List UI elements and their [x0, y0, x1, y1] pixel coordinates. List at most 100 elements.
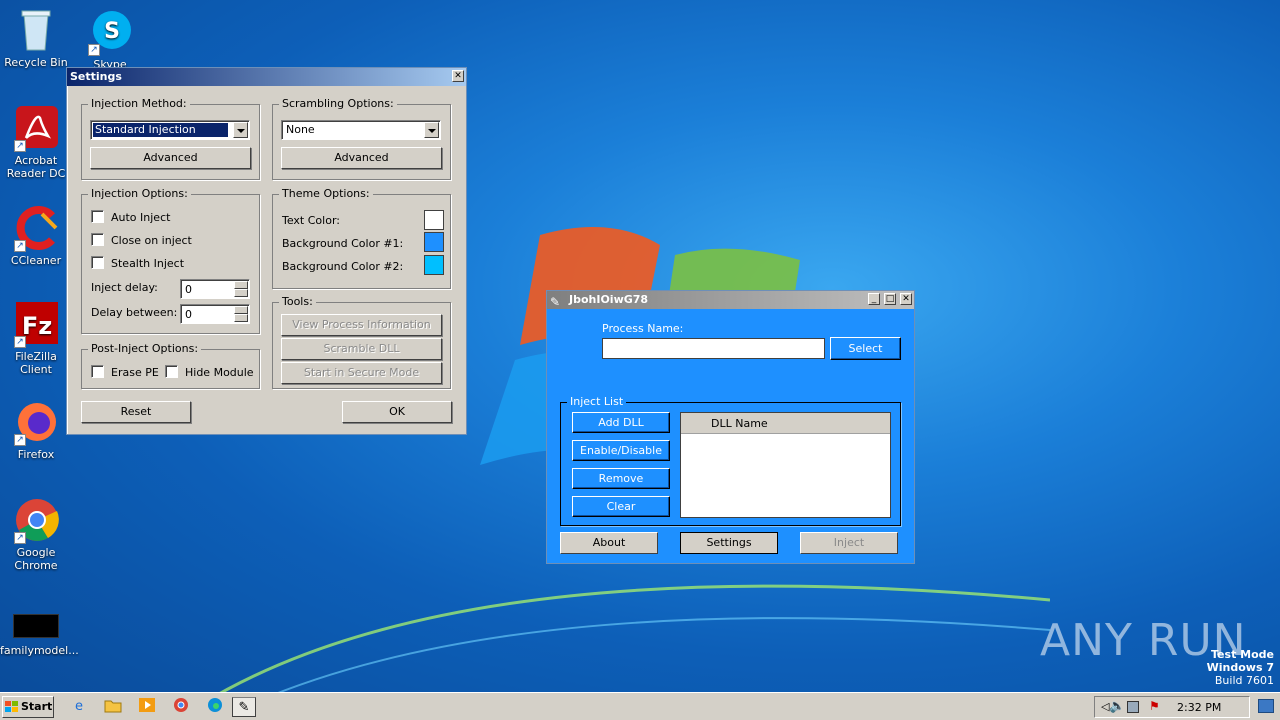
desktop-icon-acrobat[interactable]: ↗ Acrobat Reader DC	[0, 104, 72, 180]
desktop-icon-label: Firefox	[17, 448, 55, 461]
ok-button[interactable]: OK	[342, 401, 452, 423]
shortcut-arrow-icon: ↗	[14, 240, 26, 252]
shortcut-arrow-icon: ↗	[14, 434, 26, 446]
dll-list[interactable]: DLL Name	[680, 412, 891, 518]
erase-pe-checkbox[interactable]	[91, 365, 104, 378]
group-legend: Injection Options:	[88, 187, 191, 200]
close-icon: ✕	[454, 71, 462, 81]
scrambling-advanced-button[interactable]: Advanced	[281, 147, 442, 169]
desktop-icon-chrome[interactable]: ↗ Google Chrome	[0, 496, 72, 572]
group-legend: Theme Options:	[279, 187, 373, 200]
desktop-icon-ccleaner[interactable]: ↗ CCleaner	[0, 204, 72, 267]
maximize-icon: □	[885, 294, 895, 304]
edge-icon[interactable]	[204, 697, 226, 717]
erase-pe-label: Erase PE	[111, 366, 159, 379]
desktop-icon-skype[interactable]: S ↗ Skype	[74, 8, 146, 71]
clear-button[interactable]: Clear	[572, 496, 670, 517]
group-legend: Inject List	[567, 395, 627, 408]
up-down-arrows-icon[interactable]	[234, 306, 248, 322]
group-legend: Scrambling Options:	[279, 97, 397, 110]
bg-color-2-label: Background Color #2:	[282, 260, 404, 273]
syringe-icon: ✎	[550, 295, 561, 309]
post-inject-options-group: Post-Inject Options: Erase PE Hide Modul…	[81, 342, 260, 389]
select-button[interactable]: Select	[830, 337, 901, 360]
clock[interactable]: 2:32 PM	[1177, 701, 1221, 714]
about-button[interactable]: About	[560, 532, 658, 554]
close-on-inject-checkbox[interactable]	[91, 233, 104, 246]
desktop-icon-familymodel[interactable]: familymodel...	[0, 612, 79, 657]
desktop-icon-filezilla[interactable]: Fz ↗ FileZilla Client	[0, 300, 72, 376]
hide-module-label: Hide Module	[185, 366, 254, 379]
inject-list-group: Inject List Add DLL Enable/Disable Remov…	[560, 395, 901, 526]
text-color-swatch[interactable]	[424, 210, 444, 230]
settings-window: Settings ✕ Injection Method: Standard In…	[66, 67, 467, 435]
ccleaner-icon: ↗	[12, 204, 60, 252]
stealth-inject-label: Stealth Inject	[111, 257, 185, 270]
injection-advanced-button[interactable]: Advanced	[90, 147, 251, 169]
desktop-icon-firefox[interactable]: ↗ Firefox	[0, 398, 72, 461]
injection-options-group: Injection Options: Auto Inject Close on …	[81, 187, 260, 334]
bg-color-2-swatch[interactable]	[424, 255, 444, 275]
view-process-information-button[interactable]: View Process Information	[281, 314, 442, 336]
scrambling-select[interactable]: None	[281, 120, 441, 140]
desktop-icon-label: familymodel...	[0, 644, 79, 657]
start-button[interactable]: Start	[2, 696, 54, 718]
system-tray: ◁ 🔈 ⚑ 2:32 PM	[1094, 696, 1250, 718]
process-name-input[interactable]	[602, 338, 825, 359]
ie-icon[interactable]: e	[68, 697, 90, 717]
acrobat-icon: ↗	[12, 104, 60, 152]
process-name-label: Process Name:	[602, 322, 684, 335]
secure-mode-button[interactable]: Start in Secure Mode	[281, 362, 442, 384]
close-button[interactable]: ✕	[452, 70, 464, 82]
settings-titlebar[interactable]: Settings ✕	[67, 68, 466, 86]
injector-window: ✎ JbohIOiwG78 _ □ ✕ Process Name: Select…	[546, 290, 915, 564]
remove-button[interactable]: Remove	[572, 468, 670, 489]
tools-group: Tools: View Process Information Scramble…	[272, 295, 451, 389]
close-icon: ✕	[902, 294, 910, 304]
window-title: Settings	[70, 70, 122, 83]
chrome-icon[interactable]	[170, 697, 192, 717]
scramble-dll-button[interactable]: Scramble DLL	[281, 338, 442, 360]
window-title: JbohIOiwG78	[569, 293, 649, 306]
auto-inject-checkbox[interactable]	[91, 210, 104, 223]
minimize-button[interactable]: _	[868, 293, 880, 305]
up-down-arrows-icon[interactable]	[234, 281, 248, 297]
test-mode-line: Build 7601	[1214, 674, 1274, 687]
chevron-down-icon[interactable]	[233, 122, 248, 138]
dll-name-column-header[interactable]: DLL Name	[681, 413, 890, 434]
media-player-icon[interactable]	[136, 697, 158, 717]
inject-delay-spinner[interactable]: 0	[180, 279, 250, 299]
bg-color-1-swatch[interactable]	[424, 232, 444, 252]
flag-icon[interactable]: ⚑	[1149, 699, 1160, 713]
test-mode-text: Test Mode Windows 7 Build 7601	[1207, 648, 1274, 687]
settings-button[interactable]: Settings	[680, 532, 778, 554]
network-icon[interactable]	[1127, 701, 1139, 713]
enable-disable-button[interactable]: Enable/Disable	[572, 440, 670, 461]
close-button[interactable]: ✕	[900, 293, 912, 305]
add-dll-button[interactable]: Add DLL	[572, 412, 670, 433]
show-desktop-icon[interactable]	[1258, 699, 1274, 713]
maximize-button[interactable]: □	[884, 293, 896, 305]
delay-between-spinner[interactable]: 0	[180, 304, 250, 324]
filezilla-icon: Fz ↗	[12, 300, 60, 348]
stealth-inject-checkbox[interactable]	[91, 256, 104, 269]
inject-button[interactable]: Inject	[800, 532, 898, 554]
chevron-down-icon[interactable]	[424, 122, 439, 138]
text-color-label: Text Color:	[282, 214, 340, 227]
minimize-icon: _	[871, 294, 877, 304]
test-mode-line: Windows 7	[1206, 661, 1274, 674]
shortcut-arrow-icon: ↗	[14, 532, 26, 544]
reset-button[interactable]: Reset	[81, 401, 191, 423]
windows-flag-icon	[5, 697, 19, 720]
injector-icon[interactable]: ✎	[232, 697, 256, 717]
hide-module-checkbox[interactable]	[165, 365, 178, 378]
inject-delay-label: Inject delay:	[91, 281, 158, 294]
desktop-icon-recycle-bin[interactable]: Recycle Bin	[0, 6, 72, 69]
injection-method-select[interactable]: Standard Injection	[90, 120, 250, 140]
speaker-icon[interactable]: 🔈	[1109, 699, 1125, 714]
group-legend: Post-Inject Options:	[88, 342, 202, 355]
explorer-icon[interactable]	[102, 697, 124, 717]
select-value: None	[286, 123, 315, 136]
injector-titlebar[interactable]: ✎ JbohIOiwG78 _ □ ✕	[547, 291, 914, 309]
shortcut-arrow-icon: ↗	[14, 336, 26, 348]
